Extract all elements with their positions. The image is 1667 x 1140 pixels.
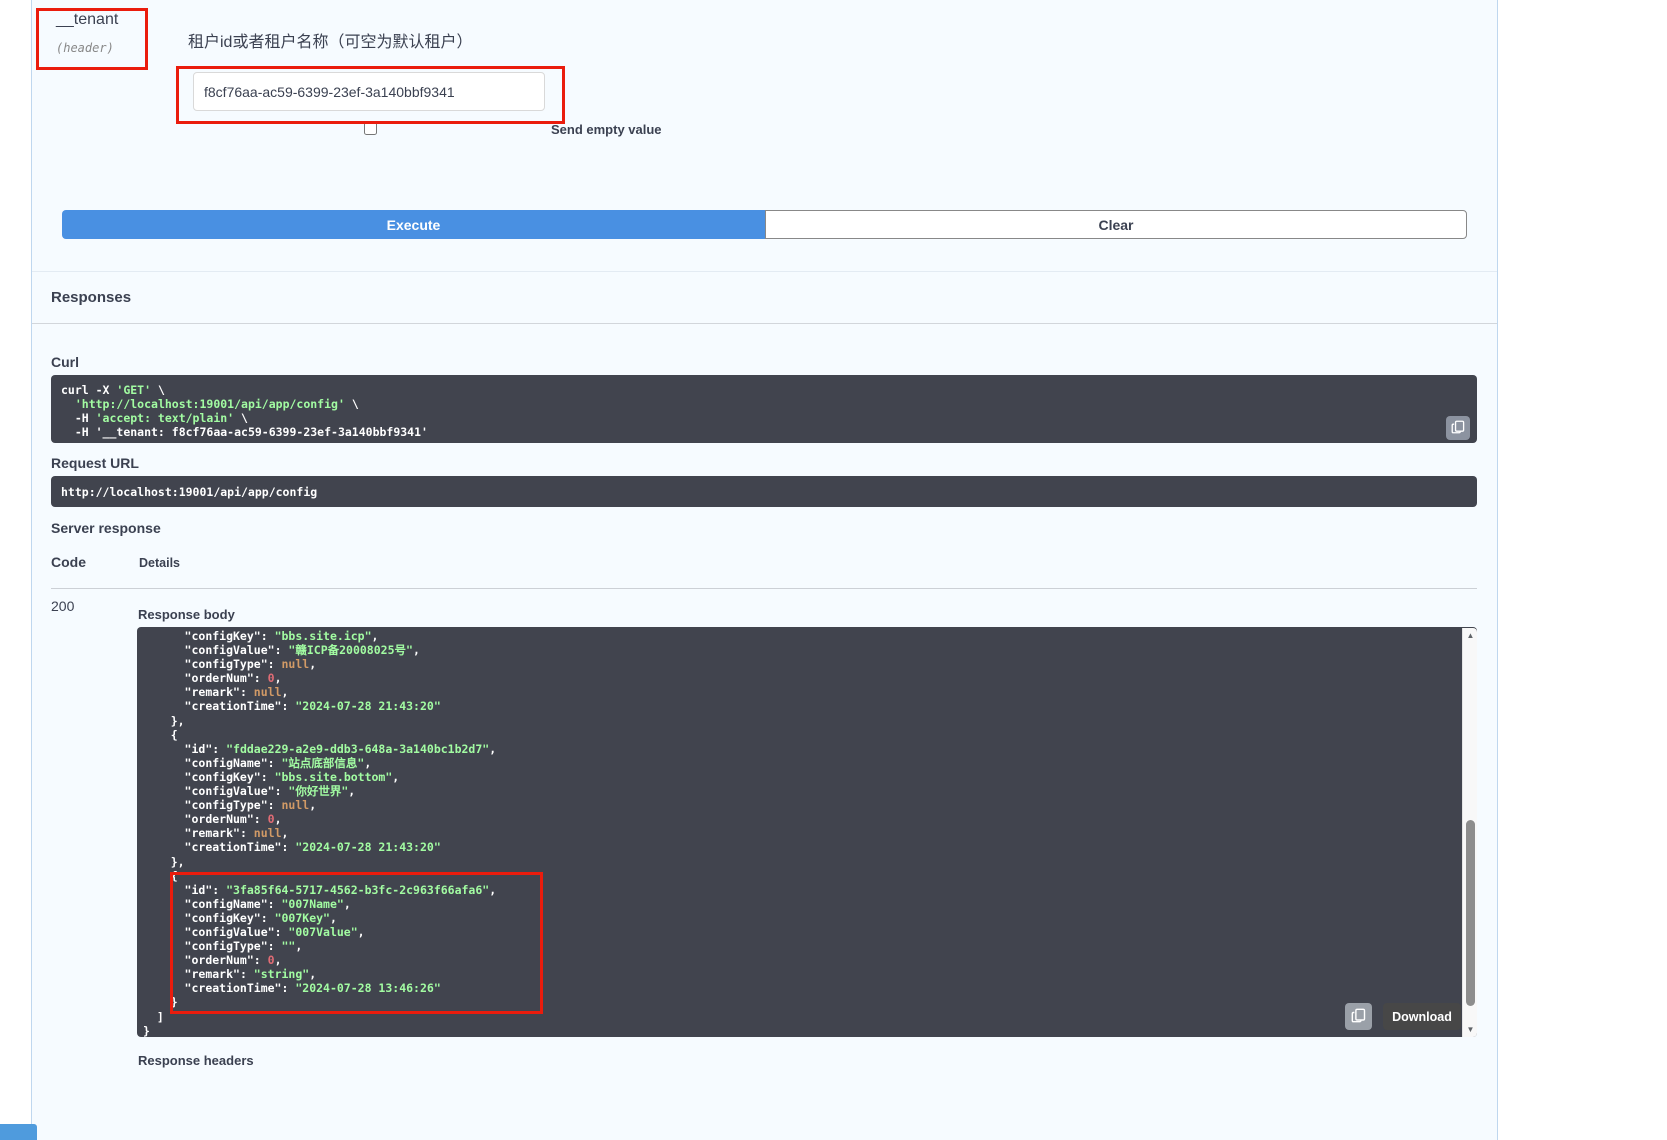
scrollbar-down-icon[interactable]: ▼ (1463, 1023, 1478, 1036)
clear-button[interactable]: Clear (765, 210, 1467, 239)
download-button[interactable]: Download (1383, 1003, 1461, 1030)
response-table-divider (51, 588, 1477, 589)
scrollbar-thumb[interactable] (1466, 820, 1475, 1006)
annotation-box-parameter-name (36, 8, 148, 70)
swagger-page: __tenant (header) 租户id或者租户名称（可空为默认租户） Se… (0, 0, 1667, 1140)
curl-command: curl -X 'GET' \ 'http://localhost:19001/… (51, 375, 1477, 443)
annotation-box-response-object (170, 872, 543, 1014)
server-response-label: Server response (51, 520, 161, 536)
clipboard-icon (1451, 420, 1465, 437)
scrollbar-up-icon[interactable]: ▲ (1463, 629, 1478, 642)
responses-top-divider (32, 271, 1497, 272)
responses-section-title: Responses (51, 289, 131, 306)
curl-label: Curl (51, 354, 79, 370)
clipboard-icon (1351, 1008, 1366, 1026)
annotation-box-input (176, 66, 565, 124)
request-url-value: http://localhost:19001/api/app/config (51, 476, 1477, 507)
execute-button[interactable]: Execute (62, 210, 765, 239)
request-url-label: Request URL (51, 455, 139, 471)
status-code: 200 (51, 598, 74, 614)
next-opblock-fragment (0, 1124, 37, 1140)
code-column-header: Code (51, 554, 86, 570)
parameter-description: 租户id或者租户名称（可空为默认租户） (188, 28, 472, 52)
response-body-label: Response body (138, 607, 235, 622)
response-body-scrollbar[interactable]: ▲ ▼ (1462, 628, 1477, 1037)
details-column-header: Details (139, 556, 180, 570)
response-headers-label: Response headers (138, 1053, 254, 1068)
responses-header-divider (32, 323, 1497, 324)
curl-copy-button[interactable] (1446, 416, 1470, 440)
send-empty-value-label: Send empty value (551, 122, 662, 137)
response-copy-button[interactable] (1345, 1003, 1372, 1030)
